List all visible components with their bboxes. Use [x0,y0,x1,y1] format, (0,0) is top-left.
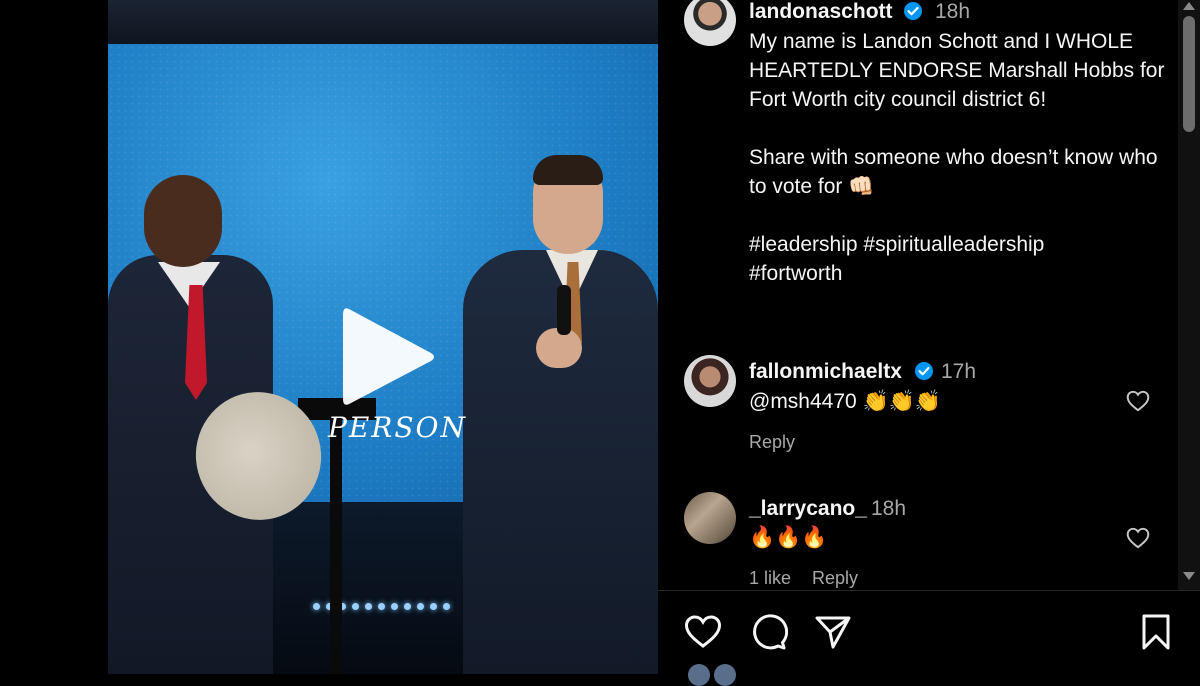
comment-username[interactable]: _larrycano_ [749,497,867,521]
stage-ceiling [108,0,658,44]
scrollbar-thumb[interactable] [1183,16,1195,132]
play-icon[interactable] [337,303,437,411]
video-subtitle: PERSON [328,411,467,444]
stage-light [430,603,437,610]
share-icon[interactable] [813,612,853,652]
stage-light [352,603,359,610]
comments-scrollbar[interactable] [1178,0,1200,590]
microphone [557,285,571,335]
comments-scroll-area[interactable]: landonaschott 18h My name is Landon Scho… [658,0,1178,590]
stage-light [443,603,450,610]
scroll-down-arrow-icon[interactable] [1183,572,1195,580]
comment-timestamp: 17h [941,360,977,383]
author-avatar[interactable] [684,0,736,46]
bookmark-icon[interactable] [1136,612,1176,652]
stage-light [378,603,385,610]
comment-icon[interactable] [748,612,788,652]
podium-stand [330,418,342,674]
liker-avatar [688,664,710,686]
heart-icon[interactable] [1125,388,1151,414]
stage-light [365,603,372,610]
stage-light [391,603,398,610]
post-caption: My name is Landon Schott and I WHOLE HEA… [749,30,1165,285]
comment-like-count[interactable]: 1 like [749,568,791,589]
comment-text: @msh4470 👏👏👏 [749,390,941,413]
man-left-head [144,175,222,267]
heart-icon[interactable] [1125,525,1151,551]
video-player[interactable]: PERSON [108,0,658,674]
left-gutter [0,0,108,674]
scroll-up-arrow-icon[interactable] [1183,2,1195,10]
stage-light [417,603,424,610]
liker-avatar [714,664,736,686]
commenter-avatar[interactable] [684,355,736,407]
reply-button[interactable]: Reply [749,432,795,453]
verified-badge-icon [904,2,922,20]
comment-timestamp: 18h [871,497,907,520]
comment-text: 🔥🔥🔥 [749,526,828,549]
stage-light [313,603,320,610]
heart-icon[interactable] [683,612,723,652]
commenter-avatar[interactable] [684,492,736,544]
post-timestamp: 18h [935,0,971,23]
actions-divider [658,590,1200,591]
liked-by-avatars [688,664,888,686]
post-side-panel: landonaschott 18h My name is Landon Scho… [658,0,1200,686]
comment-username[interactable]: fallonmichaeltx [749,360,902,384]
speaker-hair [533,155,603,185]
reply-button[interactable]: Reply [812,568,858,589]
verified-badge-icon [915,362,933,380]
author-username[interactable]: landonaschott [749,0,893,24]
stage-light [404,603,411,610]
